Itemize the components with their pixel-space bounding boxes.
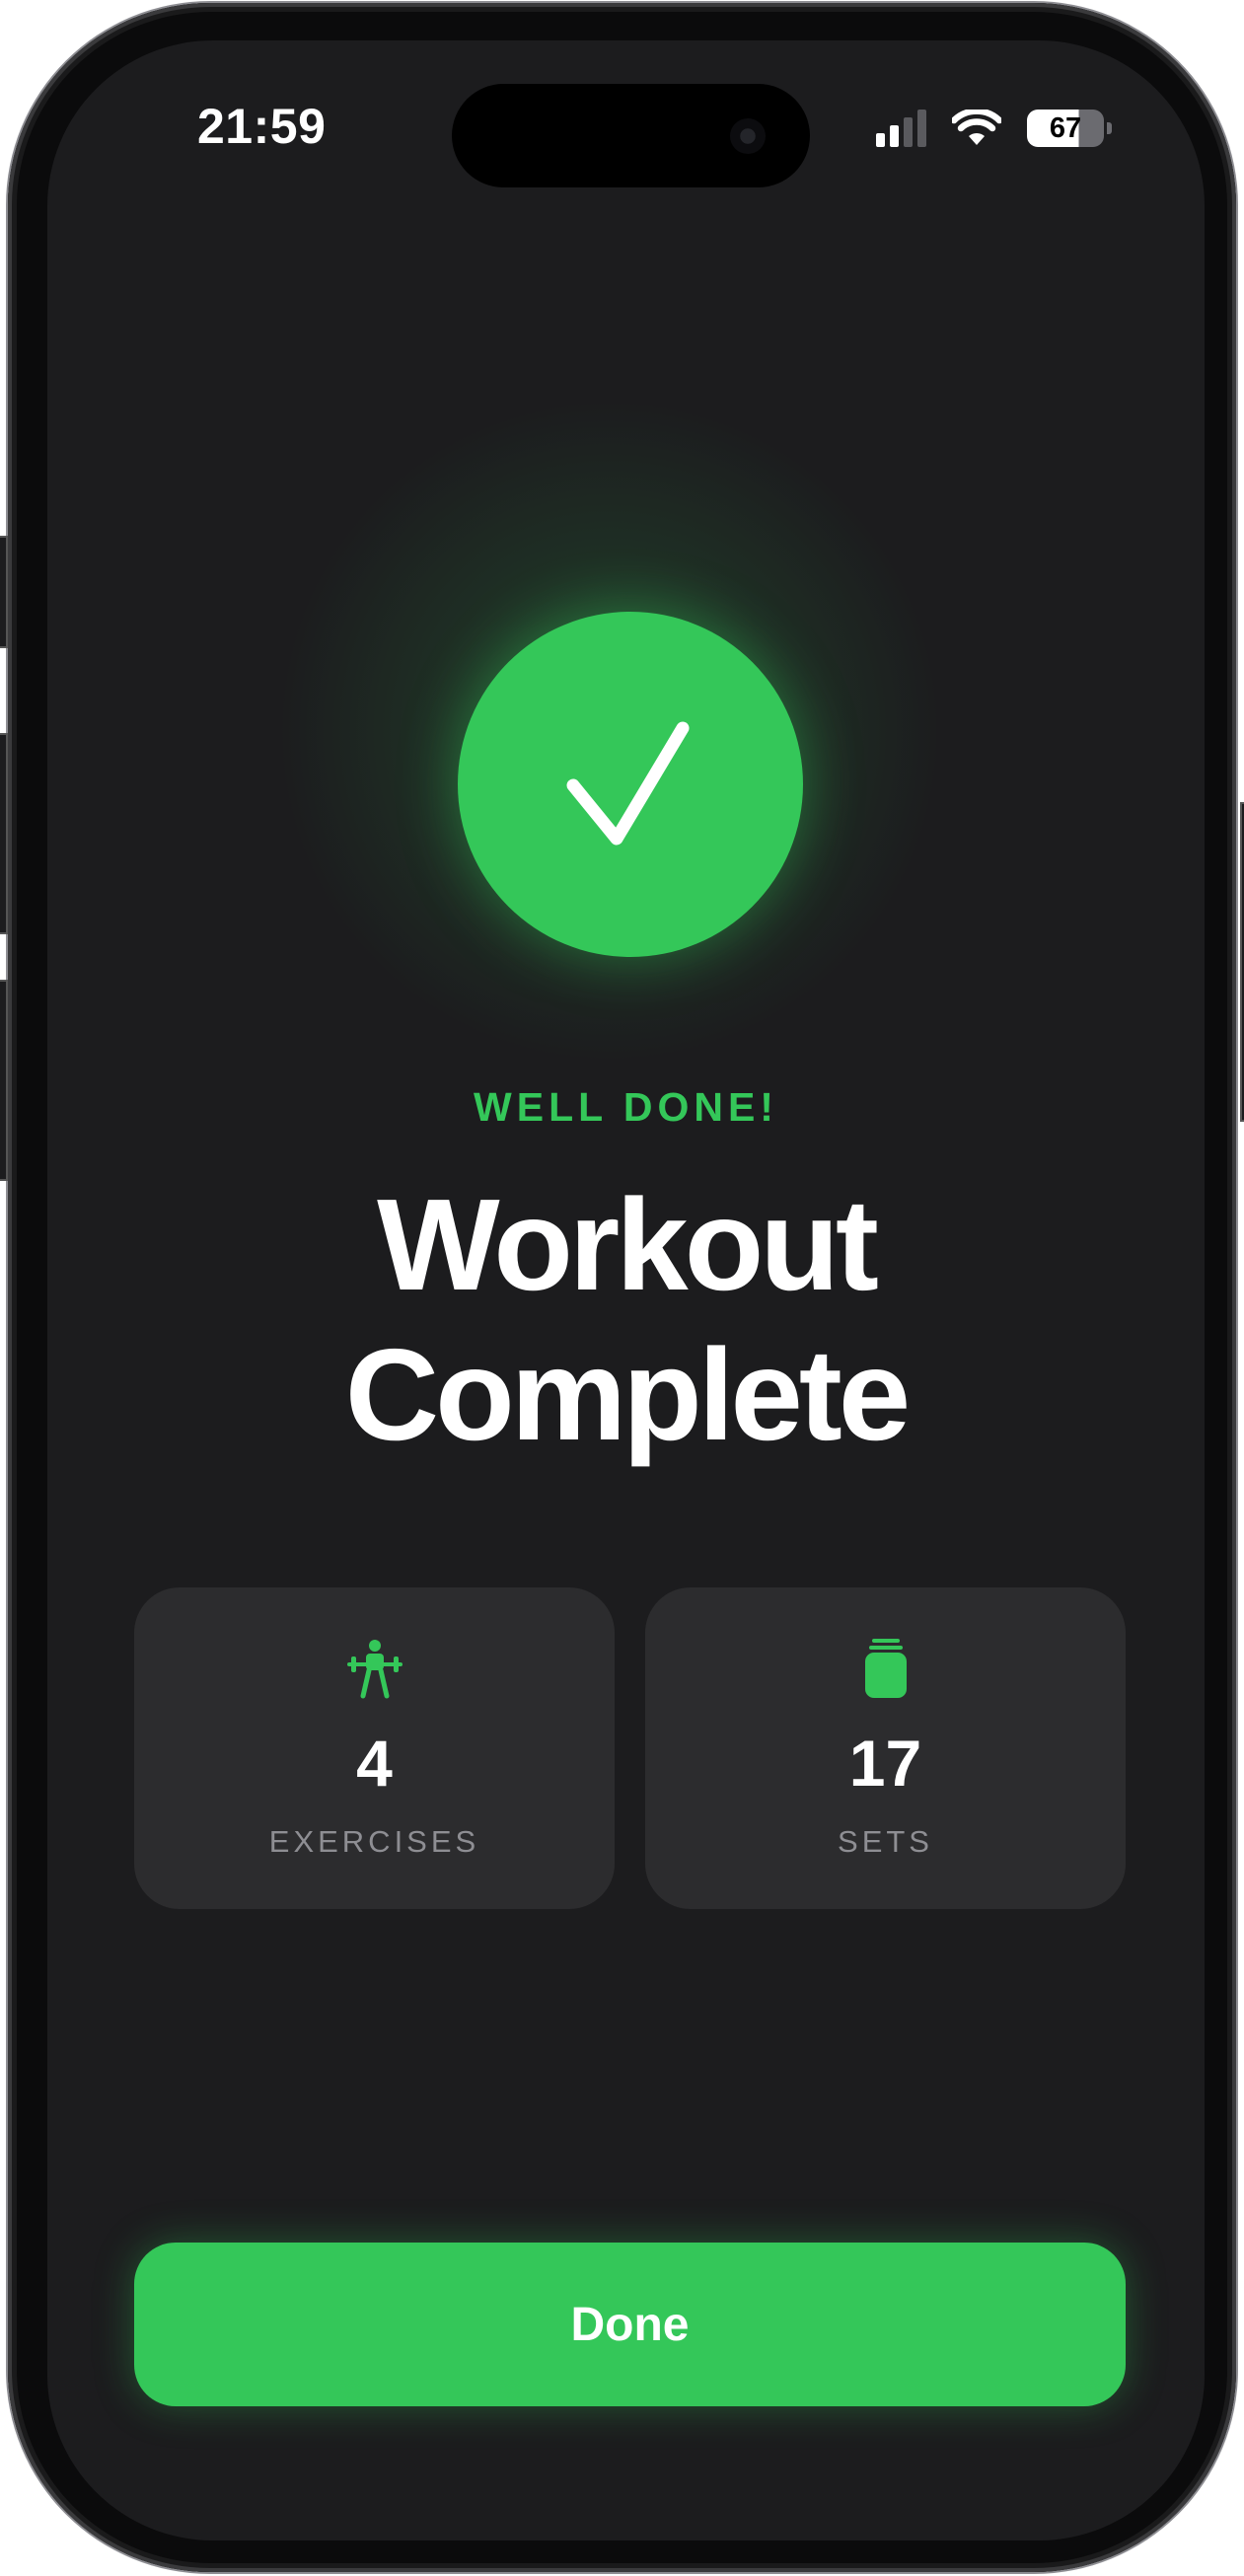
screen: 21:59 67 WELL DONE! Workout Complete 4 E… <box>47 40 1205 2540</box>
battery-percent: 67 <box>1049 111 1082 144</box>
wifi-icon <box>952 110 1001 145</box>
volume-down-button <box>0 980 8 1181</box>
cellular-signal-icon <box>876 110 926 147</box>
stat-card-sets: 17 SETS <box>645 1587 1126 1909</box>
status-time: 21:59 <box>197 99 327 154</box>
weightlifter-icon <box>346 1640 402 1699</box>
success-badge <box>458 612 803 957</box>
checkmark-icon <box>566 721 690 846</box>
stat-value: 4 <box>356 1727 393 1800</box>
stacked-plates-icon <box>864 1639 907 1698</box>
stat-label: EXERCISES <box>268 1824 480 1859</box>
status-icons: 67 <box>876 104 1112 153</box>
front-camera-icon <box>730 118 766 154</box>
page-title: Workout Complete <box>47 1170 1205 1470</box>
dynamic-island <box>452 84 810 187</box>
battery-cap <box>1107 122 1112 134</box>
done-button[interactable]: Done <box>134 2243 1126 2406</box>
volume-up-button <box>0 733 8 934</box>
stat-value: 17 <box>848 1727 922 1800</box>
title-line-2: Complete <box>344 1322 911 1467</box>
phone-frame: 21:59 67 WELL DONE! Workout Complete 4 E… <box>0 3 1244 2572</box>
stat-card-exercises: 4 EXERCISES <box>134 1587 615 1909</box>
stat-label: SETS <box>838 1824 933 1859</box>
title-line-1: Workout <box>377 1172 879 1317</box>
action-button <box>0 536 8 648</box>
success-kicker: WELL DONE! <box>474 1084 778 1130</box>
battery-icon: 67 <box>1027 110 1112 147</box>
power-button <box>1240 802 1244 1122</box>
